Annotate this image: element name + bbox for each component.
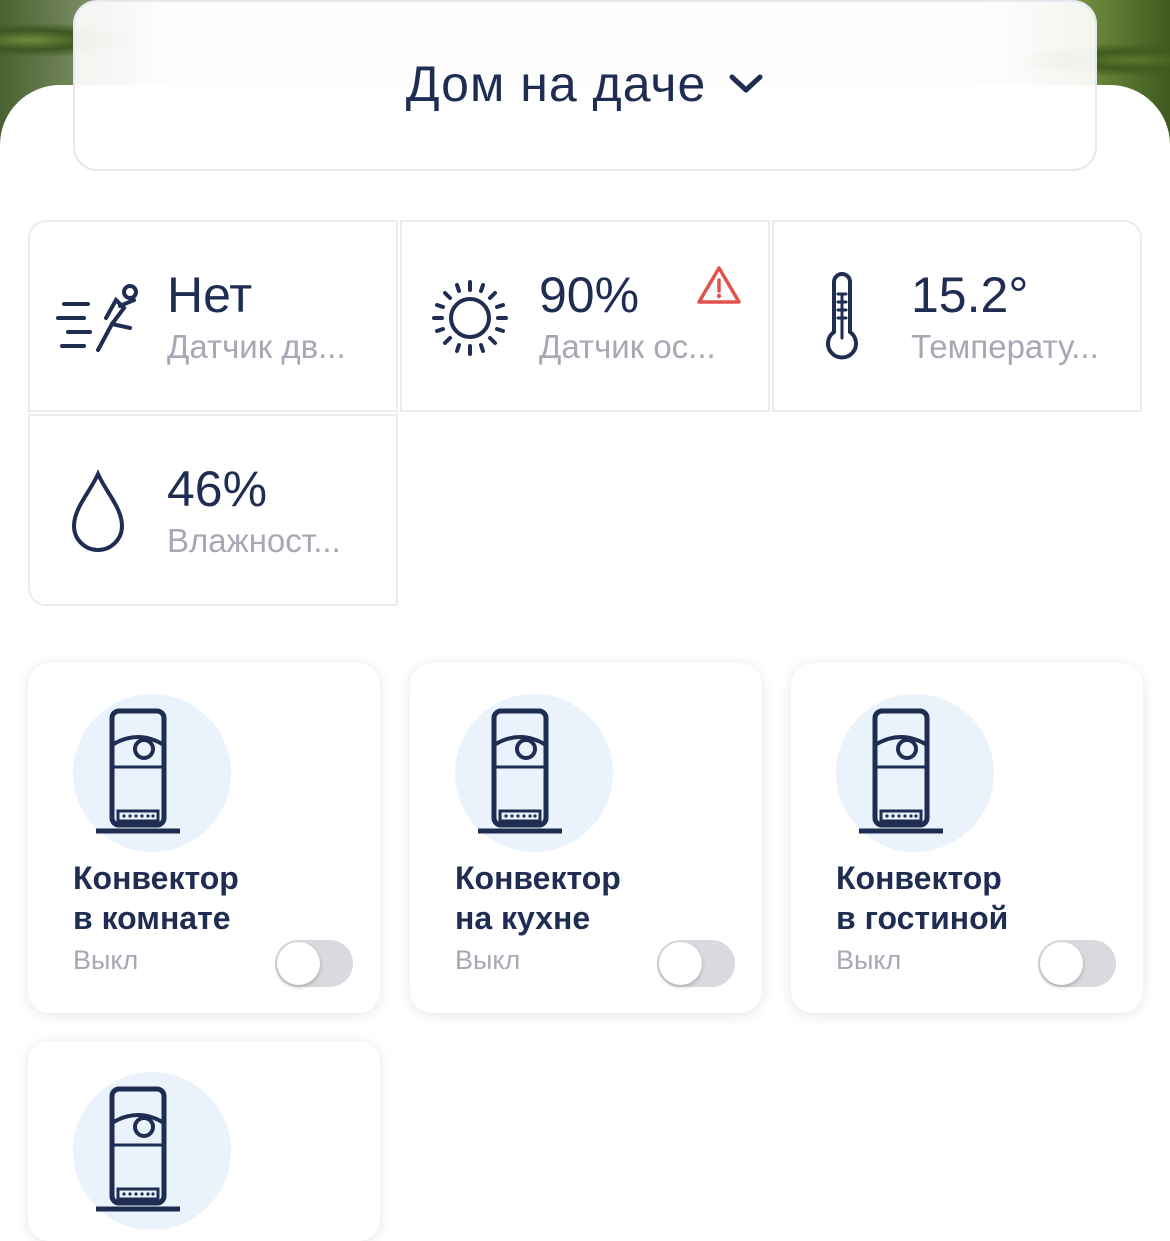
sensor-tile-humidity[interactable]: 46% Влажност... [28,414,398,606]
device-card[interactable]: Конвектор в комнате Выкл [28,663,380,1013]
chevron-down-icon [729,74,763,92]
temperature-value: 15.2° [911,267,1029,323]
sensor-grid: Нет Датчик дв... 90% Датчик ос... 15.2° … [28,220,1142,610]
sensor-tile-light[interactable]: 90% Датчик ос... [400,220,770,412]
toggle-knob [1040,942,1083,985]
convector-icon [476,707,566,837]
motion-icon [56,284,138,352]
humidity-value: 46% [167,461,268,517]
device-state: Выкл [836,945,902,975]
device-state: Выкл [455,945,521,975]
device-card[interactable] [28,1041,380,1241]
temperature-label: Температу... [911,328,1099,365]
device-card[interactable]: Конвектор в гостиной Выкл [791,663,1143,1013]
power-toggle[interactable] [1038,940,1116,987]
device-name-line1: Конвектор [73,860,239,896]
thermometer-icon [826,272,858,360]
sensor-tile-temperature[interactable]: 15.2° Температу... [772,220,1142,412]
warning-icon [697,266,741,304]
droplet-icon [71,469,125,552]
device-name-line1: Конвектор [836,860,1002,896]
motion-label: Датчик дв... [167,328,346,365]
light-label: Датчик ос... [539,328,716,365]
convector-icon [94,707,184,837]
device-name-line1: Конвектор [455,860,621,896]
device-name: Конвектор в гостиной [836,858,1126,938]
device-state: Выкл [73,945,139,975]
convector-icon [94,1085,184,1215]
light-value: 90% [539,267,640,323]
home-name: Дом на даче [405,55,707,112]
device-name: Конвектор на кухне [455,858,745,938]
motion-value: Нет [167,267,253,323]
convector-icon [857,707,947,837]
device-name-line2: в комнате [73,900,231,936]
device-card[interactable]: Конвектор на кухне Выкл [410,663,762,1013]
toggle-knob [277,942,320,985]
device-name-line2: на кухне [455,900,591,936]
sun-icon [432,280,508,356]
home-selector[interactable]: Дом на даче [73,0,1097,171]
device-name-line2: в гостиной [836,900,1009,936]
power-toggle[interactable] [275,940,353,987]
sensor-tile-motion[interactable]: Нет Датчик дв... [28,220,398,412]
toggle-knob [659,942,702,985]
device-name: Конвектор в комнате [73,858,363,938]
humidity-label: Влажност... [167,522,341,559]
power-toggle[interactable] [657,940,735,987]
